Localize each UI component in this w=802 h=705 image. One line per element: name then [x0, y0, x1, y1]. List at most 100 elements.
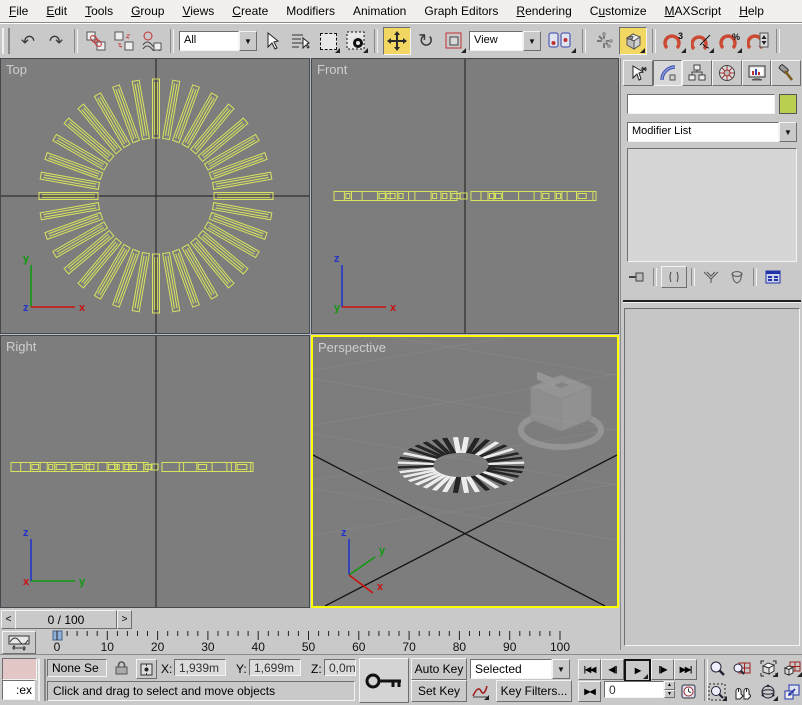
time-slider-prev-button[interactable]: <	[1, 610, 16, 629]
menu-item-customize[interactable]: Customize	[581, 1, 656, 22]
rect-region-icon	[320, 33, 337, 50]
viewport-right[interactable]: zyx Right	[0, 335, 310, 608]
previous-frame-button[interactable]: ◀||	[601, 659, 624, 680]
key-mode-toggle-button[interactable]: ▶◀	[578, 681, 601, 702]
select-and-manipulate-button[interactable]	[591, 28, 617, 54]
object-name-field[interactable]	[627, 94, 775, 114]
modifier-list-dropdown[interactable]: Modifier List ▼	[627, 122, 797, 142]
go-to-start-button[interactable]: |◀◀	[578, 659, 601, 680]
viewport-perspective-label[interactable]: Perspective	[318, 340, 386, 355]
object-color-swatch[interactable]	[779, 94, 797, 114]
redo-button[interactable]: ↷	[43, 28, 69, 54]
reference-coord-dropdown[interactable]: View ▼	[469, 31, 541, 51]
window-crossing-button[interactable]	[343, 28, 369, 54]
set-key-button[interactable]: Set Key	[411, 680, 467, 702]
viewport-perspective[interactable]: zyx Perspective	[311, 335, 619, 608]
selection-set-dropdown[interactable]: Selected ▼	[470, 659, 570, 679]
viewport-front-label[interactable]: Front	[317, 62, 347, 77]
viewport-right-label[interactable]: Right	[6, 339, 36, 354]
track-bar-ruler[interactable]: 0102030405060708090100	[34, 630, 618, 654]
percent-snap-button[interactable]: %	[717, 28, 743, 54]
region-zoom-button[interactable]	[706, 682, 728, 702]
selection-lock-button[interactable]	[112, 659, 130, 677]
menu-item-help[interactable]: Help	[730, 1, 773, 22]
zoom-all-button[interactable]	[731, 658, 753, 678]
select-and-link-button[interactable]	[83, 28, 109, 54]
listener-splitter[interactable]	[38, 659, 46, 701]
go-to-end-button[interactable]: ▶▶|	[674, 659, 697, 680]
default-in-out-tangents-button[interactable]	[470, 681, 490, 701]
zoom-extents-all-button[interactable]	[781, 658, 802, 678]
menu-item-animation[interactable]: Animation	[344, 1, 415, 22]
menu-item-edit[interactable]: Edit	[37, 1, 76, 22]
link-icon	[86, 31, 106, 51]
select-and-scale-button[interactable]	[441, 28, 467, 54]
zoom-button[interactable]	[706, 658, 728, 678]
arc-rotate-button[interactable]	[757, 682, 779, 702]
tab-display[interactable]	[742, 60, 772, 86]
menu-item-views[interactable]: Views	[173, 1, 223, 22]
auto-key-button[interactable]: Auto Key	[411, 658, 467, 680]
absolute-mode-button[interactable]	[136, 659, 157, 679]
rectangular-selection-region-button[interactable]	[315, 28, 341, 54]
maxscript-mini-listener[interactable]: :ex	[2, 680, 35, 700]
use-pivot-point-button[interactable]	[543, 28, 577, 54]
make-unique-button[interactable]	[699, 267, 723, 287]
select-and-rotate-button[interactable]: ↻	[413, 28, 439, 54]
tab-create[interactable]	[623, 60, 653, 86]
spinner-snap-button[interactable]	[745, 28, 771, 54]
y-coord-field[interactable]: 1,699m	[249, 659, 301, 676]
selection-filter-dropdown[interactable]: All ▼	[179, 31, 257, 51]
tab-utilities[interactable]	[771, 60, 801, 86]
viewport-top[interactable]: yxz Top	[0, 58, 310, 334]
tab-motion[interactable]	[712, 60, 742, 86]
x-coord-field[interactable]: 1,939m	[174, 659, 226, 676]
next-frame-button[interactable]: ||▶	[651, 659, 674, 680]
pan-view-button[interactable]	[731, 682, 753, 702]
pin-stack-button[interactable]	[625, 267, 649, 287]
time-slider-next-button[interactable]: >	[117, 610, 132, 629]
toolbar-grip[interactable]	[2, 28, 10, 54]
viewport-front[interactable]: zxy Front	[311, 58, 619, 334]
angle-snap-3-button[interactable]: 3	[661, 28, 687, 54]
snaps-toggle-button[interactable]	[619, 27, 647, 55]
key-filters-button[interactable]: Key Filters...	[496, 680, 572, 702]
time-slider-handle[interactable]: 0 / 100	[15, 610, 117, 629]
undo-button[interactable]: ↶	[15, 28, 41, 54]
frame-spinner[interactable]: ▲▼	[664, 681, 675, 698]
macro-recorder-pane[interactable]	[2, 658, 37, 680]
select-and-move-button[interactable]	[383, 27, 411, 55]
angle-snap-toggle-button[interactable]	[689, 28, 715, 54]
configure-modifier-sets-button[interactable]	[761, 267, 785, 287]
zoom-extents-icon	[760, 660, 777, 677]
viewport-top-label[interactable]: Top	[6, 62, 27, 77]
menu-item-tools[interactable]: Tools	[76, 1, 122, 22]
time-configuration-button[interactable]	[679, 681, 697, 701]
zoom-extents-button[interactable]	[757, 658, 779, 678]
menu-item-create[interactable]: Create	[223, 1, 277, 22]
min-max-toggle-button[interactable]	[781, 682, 802, 702]
set-keys-button[interactable]	[359, 658, 409, 703]
z-coord-field[interactable]: 0,0m	[324, 659, 356, 676]
tab-modify[interactable]	[653, 60, 683, 86]
select-by-name-button[interactable]	[287, 28, 313, 54]
menu-item-maxscript[interactable]: MAXScript	[656, 1, 731, 22]
spinner-down-icon[interactable]: ▼	[664, 690, 675, 699]
show-end-result-button[interactable]	[661, 266, 687, 288]
menu-item-modifiers[interactable]: Modifiers	[277, 1, 344, 22]
select-object-button[interactable]	[259, 28, 285, 54]
remove-modifier-button[interactable]	[725, 267, 749, 287]
play-button[interactable]: ▶	[624, 659, 651, 682]
unlink-selection-button[interactable]	[111, 28, 137, 54]
menu-item-graph-editors[interactable]: Graph Editors	[415, 1, 507, 22]
modifier-stack-list[interactable]	[627, 148, 797, 262]
current-frame-field[interactable]: 0	[604, 681, 664, 698]
menu-item-rendering[interactable]: Rendering	[507, 1, 580, 22]
time-slider-track[interactable]: < 0 / 100 >	[0, 608, 618, 631]
tab-hierarchy[interactable]	[682, 60, 712, 86]
open-mini-curve-editor-button[interactable]	[2, 631, 36, 654]
menu-item-file[interactable]: File	[0, 1, 37, 22]
menu-item-group[interactable]: Group	[122, 1, 173, 22]
spinner-up-icon[interactable]: ▲	[664, 681, 675, 690]
bind-to-space-warp-button[interactable]	[139, 28, 165, 54]
